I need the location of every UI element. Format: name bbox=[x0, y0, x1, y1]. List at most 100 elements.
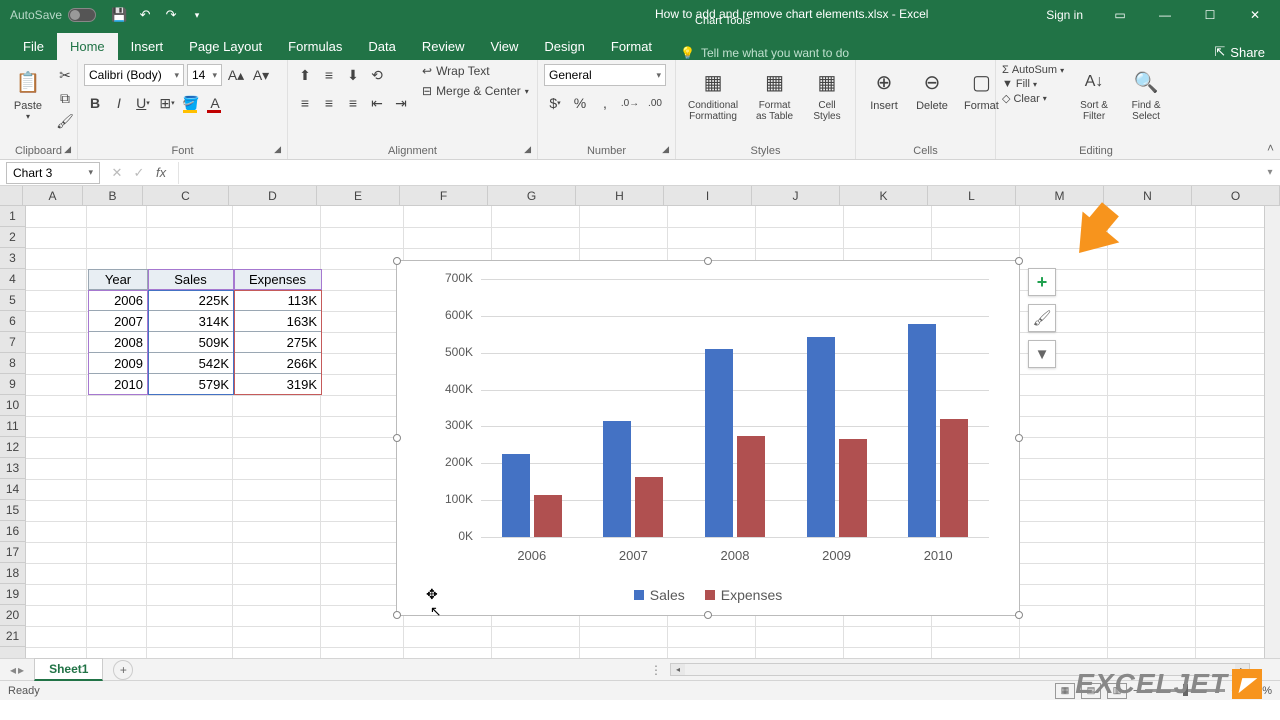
cancel-formula-icon[interactable]: ✕ bbox=[108, 165, 126, 181]
merge-center-button[interactable]: ⊟Merge & Center▾ bbox=[422, 84, 529, 98]
maximize-icon[interactable]: ☐ bbox=[1190, 0, 1230, 30]
plot-area[interactable]: 0K100K200K300K400K500K600K700K2006200720… bbox=[437, 279, 997, 537]
cut-icon[interactable]: ✂ bbox=[54, 64, 76, 86]
bar-group[interactable] bbox=[786, 279, 888, 537]
chart-object[interactable]: 0K100K200K300K400K500K600K700K2006200720… bbox=[396, 260, 1020, 616]
column-header[interactable]: K bbox=[840, 186, 928, 205]
tab-view[interactable]: View bbox=[477, 33, 531, 60]
bar-sales[interactable] bbox=[502, 454, 530, 537]
column-header[interactable]: E bbox=[317, 186, 400, 205]
comma-icon[interactable]: , bbox=[594, 92, 616, 114]
tab-page-layout[interactable]: Page Layout bbox=[176, 33, 275, 60]
formula-input[interactable] bbox=[183, 162, 1260, 184]
increase-font-icon[interactable]: A▴ bbox=[225, 64, 247, 86]
tab-design[interactable]: Design bbox=[531, 33, 597, 60]
decrease-font-icon[interactable]: A▾ bbox=[250, 64, 272, 86]
align-center-icon[interactable]: ≡ bbox=[318, 92, 340, 114]
number-format-select[interactable]: General▾ bbox=[544, 64, 666, 86]
sheet-nav-first-icon[interactable]: ◂ bbox=[10, 663, 16, 677]
row-header[interactable]: 15 bbox=[0, 500, 25, 521]
enter-formula-icon[interactable]: ✓ bbox=[130, 165, 148, 181]
launcher-icon[interactable]: ◢ bbox=[64, 144, 71, 155]
tab-file[interactable]: File bbox=[10, 33, 57, 60]
align-middle-icon[interactable]: ≡ bbox=[318, 64, 340, 86]
minimize-icon[interactable]: — bbox=[1145, 0, 1185, 30]
italic-icon[interactable]: I bbox=[108, 92, 130, 114]
sort-filter-button[interactable]: A↓Sort & Filter bbox=[1072, 64, 1116, 124]
bar-expenses[interactable] bbox=[635, 477, 663, 537]
column-header[interactable]: D bbox=[229, 186, 317, 205]
bar-expenses[interactable] bbox=[940, 419, 968, 537]
share-button[interactable]: ⇱ Share bbox=[1199, 44, 1280, 60]
bar-sales[interactable] bbox=[705, 349, 733, 537]
tab-home[interactable]: Home bbox=[57, 33, 118, 60]
align-left-icon[interactable]: ≡ bbox=[294, 92, 316, 114]
select-all-corner[interactable] bbox=[0, 186, 23, 205]
orientation-icon[interactable]: ⟲ bbox=[366, 64, 388, 86]
row-header[interactable]: 20 bbox=[0, 605, 25, 626]
row-header[interactable]: 18 bbox=[0, 563, 25, 584]
decrease-decimal-icon[interactable]: .00 bbox=[644, 92, 666, 114]
bar-expenses[interactable] bbox=[839, 439, 867, 537]
align-top-icon[interactable]: ⬆ bbox=[294, 64, 316, 86]
redo-icon[interactable]: ↷ bbox=[161, 7, 181, 23]
row-header[interactable]: 6 bbox=[0, 311, 25, 332]
tab-data[interactable]: Data bbox=[355, 33, 408, 60]
underline-icon[interactable]: U▾ bbox=[132, 92, 154, 114]
scroll-left-icon[interactable]: ◂ bbox=[671, 664, 685, 675]
column-header[interactable]: A bbox=[23, 186, 83, 205]
insert-cells-button[interactable]: ⊕Insert bbox=[862, 64, 906, 114]
column-header[interactable]: O bbox=[1192, 186, 1280, 205]
cells-area[interactable]: YearSalesExpenses2006225K113K2007314K163… bbox=[26, 206, 1280, 658]
paste-button[interactable]: 📋 Paste▾ bbox=[6, 64, 50, 123]
row-header[interactable]: 11 bbox=[0, 416, 25, 437]
conditional-formatting-button[interactable]: ▦Conditional Formatting bbox=[682, 64, 744, 124]
row-header[interactable]: 13 bbox=[0, 458, 25, 479]
bar-group[interactable] bbox=[887, 279, 989, 537]
row-header[interactable]: 5 bbox=[0, 290, 25, 311]
ribbon-display-icon[interactable]: ▭ bbox=[1100, 0, 1140, 30]
vertical-scrollbar[interactable] bbox=[1264, 206, 1280, 658]
undo-icon[interactable]: ↶ bbox=[135, 7, 155, 23]
tab-format[interactable]: Format bbox=[598, 33, 665, 60]
align-right-icon[interactable]: ≡ bbox=[342, 92, 364, 114]
delete-cells-button[interactable]: ⊖Delete bbox=[910, 64, 954, 114]
name-box[interactable]: Chart 3▾ bbox=[6, 162, 100, 184]
row-header[interactable]: 4 bbox=[0, 269, 25, 290]
row-header[interactable]: 21 bbox=[0, 626, 25, 647]
copy-icon[interactable]: ⧉ bbox=[54, 87, 76, 109]
row-header[interactable]: 10 bbox=[0, 395, 25, 416]
row-header[interactable]: 9 bbox=[0, 374, 25, 395]
add-sheet-button[interactable]: + bbox=[113, 660, 133, 680]
column-header[interactable]: G bbox=[488, 186, 576, 205]
row-header[interactable]: 8 bbox=[0, 353, 25, 374]
bar-expenses[interactable] bbox=[737, 436, 765, 537]
column-header[interactable]: B bbox=[83, 186, 143, 205]
font-color-icon[interactable]: A bbox=[204, 92, 226, 114]
chart-legend[interactable]: Sales Expenses bbox=[397, 587, 1019, 603]
align-bottom-icon[interactable]: ⬇ bbox=[342, 64, 364, 86]
collapse-ribbon-icon[interactable]: ˄ bbox=[1267, 141, 1274, 155]
bar-group[interactable] bbox=[583, 279, 685, 537]
decrease-indent-icon[interactable]: ⇤ bbox=[366, 92, 388, 114]
tell-me-search[interactable]: 💡 Tell me what you want to do bbox=[665, 46, 1199, 60]
tab-insert[interactable]: Insert bbox=[118, 33, 177, 60]
format-as-table-button[interactable]: ▦Format as Table bbox=[748, 64, 801, 124]
normal-view-icon[interactable]: ▦ bbox=[1055, 683, 1075, 699]
legend-expenses[interactable]: Expenses bbox=[705, 587, 782, 603]
insert-function-icon[interactable]: fx bbox=[152, 165, 170, 180]
sign-in-link[interactable]: Sign in bbox=[1046, 8, 1083, 22]
launcher-icon[interactable]: ◢ bbox=[274, 144, 281, 155]
tab-formulas[interactable]: Formulas bbox=[275, 33, 355, 60]
bar-group[interactable] bbox=[481, 279, 583, 537]
cell-styles-button[interactable]: ▦Cell Styles bbox=[805, 64, 849, 124]
row-header[interactable]: 12 bbox=[0, 437, 25, 458]
column-header[interactable]: F bbox=[400, 186, 488, 205]
table-header[interactable]: Year bbox=[88, 269, 148, 290]
chart-elements-button[interactable]: + bbox=[1028, 268, 1056, 296]
bar-group[interactable] bbox=[684, 279, 786, 537]
sheet-tab-sheet1[interactable]: Sheet1 bbox=[34, 658, 103, 681]
bar-sales[interactable] bbox=[807, 337, 835, 537]
autosave-toggle[interactable]: AutoSave bbox=[0, 8, 106, 22]
close-icon[interactable]: ✕ bbox=[1235, 0, 1275, 30]
